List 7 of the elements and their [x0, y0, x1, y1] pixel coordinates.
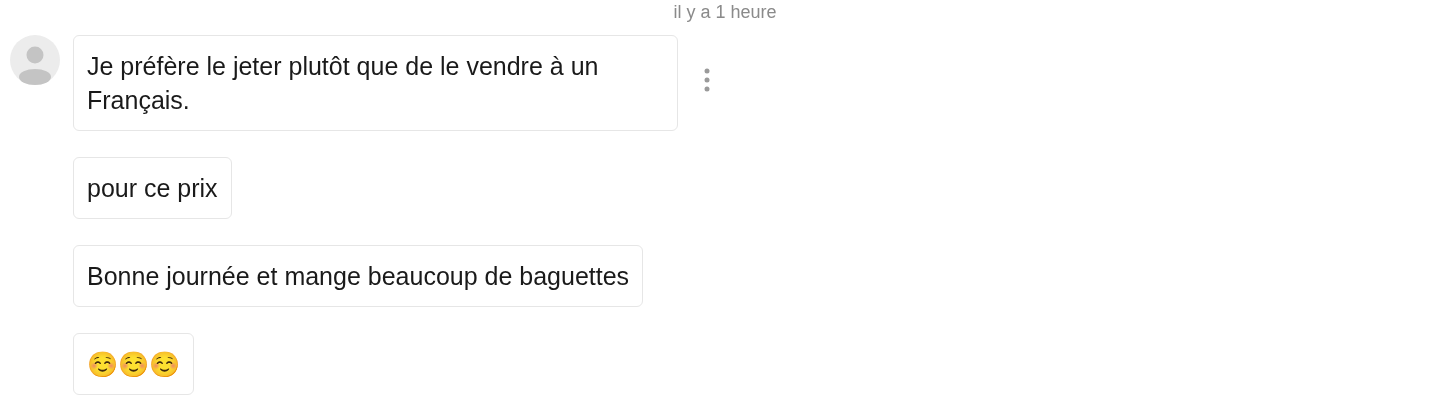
- message-bubble: pour ce prix: [73, 157, 232, 219]
- more-options-icon[interactable]: [704, 68, 710, 92]
- message-bubble: ☺☺☺: [73, 333, 194, 395]
- timestamp: il y a 1 heure: [673, 2, 777, 23]
- message-bubble: Bonne journée et mange beaucoup de baguettes: [73, 245, 644, 307]
- message-bubble: Je préfère le jeter plutôt que de le vendre à un Français.: [73, 35, 678, 131]
- avatar-icon: [10, 35, 60, 85]
